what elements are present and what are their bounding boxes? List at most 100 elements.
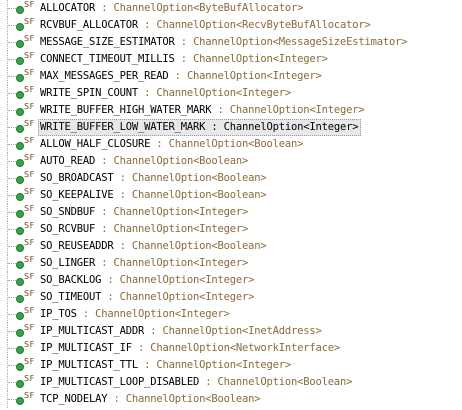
field-type: ChannelOption<ByteBufAllocator> — [113, 2, 304, 14]
type-separator: : — [113, 240, 132, 252]
field-dot-icon — [16, 91, 24, 99]
outline-field-row-so-broadcast[interactable]: SF SO_BROADCAST : ChannelOption<Boolean> — [0, 170, 462, 187]
outline-field-row-ip-multicast-addr[interactable]: SF IP_MULTICAST_ADDR : ChannelOption<Ine… — [0, 323, 462, 340]
field-dot-icon — [16, 363, 24, 371]
type-separator: : — [150, 138, 169, 150]
field-name: ALLOW_HALF_CLOSURE — [40, 138, 151, 150]
outline-field-row-allocator[interactable]: SF ALLOCATOR : ChannelOption<ByteBufAllo… — [0, 0, 462, 17]
field-list: SF ALLOCATOR : ChannelOption<ByteBufAllo… — [0, 0, 462, 408]
field-type: ChannelOption<Integer> — [113, 223, 249, 235]
field-label: SO_BACKLOG : ChannelOption<Integer> — [38, 272, 257, 289]
field-label: SO_SNDBUF : ChannelOption<Integer> — [38, 204, 251, 221]
field-type: ChannelOption<Integer> — [113, 206, 249, 218]
field-type: ChannelOption<Integer> — [95, 308, 230, 320]
field-type: ChannelOption<Integer> — [186, 70, 322, 82]
field-type: ChannelOption<Integer> — [119, 291, 255, 303]
field-type: ChannelOption<Boolean> — [131, 240, 267, 252]
field-name: MAX_MESSAGES_PER_READ — [40, 70, 169, 82]
field-label: IP_MULTICAST_IF : ChannelOption<NetworkI… — [38, 340, 343, 357]
type-separator: : — [95, 257, 114, 269]
field-label: TCP_NODELAY : ChannelOption<Boolean> — [38, 391, 263, 408]
field-dot-icon — [16, 176, 24, 184]
static-final-badge: SF — [24, 68, 35, 77]
outline-field-row-write-buffer-high-water-mark[interactable]: SF WRITE_BUFFER_HIGH_WATER_MARK : Channe… — [0, 102, 462, 119]
outline-field-row-so-rcvbuf[interactable]: SF SO_RCVBUF : ChannelOption<Integer> — [0, 221, 462, 238]
static-final-badge: SF — [24, 0, 35, 9]
field-dot-icon — [16, 312, 24, 320]
field-dot-icon — [16, 261, 24, 269]
field-type: ChannelOption<Integer> — [119, 274, 255, 286]
field-dot-icon — [16, 295, 24, 303]
field-type: ChannelOption<RecvByteBufAllocator> — [156, 19, 371, 31]
type-separator: : — [131, 342, 151, 354]
field-dot-icon — [16, 397, 24, 405]
static-final-badge: SF — [24, 51, 35, 60]
field-type: ChannelOption<Boolean> — [168, 138, 304, 150]
static-final-badge: SF — [24, 357, 35, 366]
outline-field-row-message-size-estimator[interactable]: SF MESSAGE_SIZE_ESTIMATOR : ChannelOptio… — [0, 34, 462, 51]
outline-field-row-ip-tos[interactable]: SF IP_TOS : ChannelOption<Integer> — [0, 306, 462, 323]
outline-field-row-ip-multicast-loop-disabled[interactable]: SF IP_MULTICAST_LOOP_DISABLED : ChannelO… — [0, 374, 462, 391]
outline-field-row-so-sndbuf[interactable]: SF SO_SNDBUF : ChannelOption<Integer> — [0, 204, 462, 221]
static-final-badge: SF — [24, 85, 35, 94]
field-label: CONNECT_TIMEOUT_MILLIS : ChannelOption<I… — [38, 51, 331, 68]
field-name: SO_SNDBUF — [40, 206, 96, 218]
outline-field-row-rcvbuf-allocator[interactable]: SF RCVBUF_ALLOCATOR : ChannelOption<Recv… — [0, 17, 462, 34]
field-label: IP_MULTICAST_TTL : ChannelOption<Integer… — [38, 357, 294, 374]
outline-field-row-connect-timeout-millis[interactable]: SF CONNECT_TIMEOUT_MILLIS : ChannelOptio… — [0, 51, 462, 68]
field-type: ChannelOption<Integer> — [223, 121, 359, 133]
outline-field-row-max-messages-per-read[interactable]: SF MAX_MESSAGES_PER_READ : ChannelOption… — [0, 68, 462, 85]
field-name: RCVBUF_ALLOCATOR — [40, 19, 138, 31]
field-label: IP_TOS : ChannelOption<Integer> — [38, 306, 233, 323]
outline-field-row-so-timeout[interactable]: SF SO_TIMEOUT : ChannelOption<Integer> — [0, 289, 462, 306]
static-final-badge: SF — [24, 340, 35, 349]
field-name: IP_MULTICAST_TTL — [40, 359, 138, 371]
static-final-field-icon: SF — [15, 391, 37, 408]
static-final-badge: SF — [24, 204, 35, 213]
outline-field-row-so-linger[interactable]: SF SO_LINGER : ChannelOption<Integer> — [0, 255, 462, 272]
field-name: SO_LINGER — [40, 257, 96, 269]
field-label: ALLOW_HALF_CLOSURE : ChannelOption<Boole… — [38, 136, 306, 153]
outline-field-row-so-keepalive[interactable]: SF SO_KEEPALIVE : ChannelOption<Boolean> — [0, 187, 462, 204]
field-dot-icon — [16, 278, 24, 286]
static-final-badge: SF — [24, 119, 35, 128]
static-final-badge: SF — [24, 238, 35, 247]
outline-field-row-ip-multicast-ttl[interactable]: SF IP_MULTICAST_TTL : ChannelOption<Inte… — [0, 357, 462, 374]
outline-field-row-so-reuseaddr[interactable]: SF SO_REUSEADDR : ChannelOption<Boolean> — [0, 238, 462, 255]
field-dot-icon — [16, 380, 24, 388]
field-name: AUTO_READ — [40, 155, 96, 167]
type-separator: : — [205, 121, 224, 133]
static-final-badge: SF — [24, 102, 35, 111]
field-label: RCVBUF_ALLOCATOR : ChannelOption<RecvByt… — [38, 17, 374, 34]
field-name: IP_MULTICAST_IF — [40, 342, 132, 354]
type-separator: : — [101, 274, 120, 286]
field-type: ChannelOption<Integer> — [193, 53, 328, 65]
outline-field-row-allow-half-closure[interactable]: SF ALLOW_HALF_CLOSURE : ChannelOption<Bo… — [0, 136, 462, 153]
field-dot-icon — [16, 74, 24, 82]
field-name: WRITE_BUFFER_HIGH_WATER_MARK — [40, 104, 212, 116]
field-type: ChannelOption<Integer> — [156, 87, 292, 99]
field-type: ChannelOption<Boolean> — [113, 155, 249, 167]
field-label: SO_KEEPALIVE : ChannelOption<Boolean> — [38, 187, 270, 204]
type-separator: : — [95, 223, 114, 235]
field-dot-icon — [16, 329, 24, 337]
field-type: ChannelOption<InetAddress> — [162, 325, 322, 337]
outline-field-row-ip-multicast-if[interactable]: SF IP_MULTICAST_IF : ChannelOption<Netwo… — [0, 340, 462, 357]
field-name: SO_BROADCAST — [40, 172, 114, 184]
field-name: IP_MULTICAST_LOOP_DISABLED — [40, 376, 200, 388]
outline-field-row-write-spin-count[interactable]: SF WRITE_SPIN_COUNT : ChannelOption<Inte… — [0, 85, 462, 102]
type-separator: : — [101, 291, 120, 303]
outline-field-row-so-backlog[interactable]: SF SO_BACKLOG : ChannelOption<Integer> — [0, 272, 462, 289]
type-separator: : — [199, 376, 218, 388]
field-type: ChannelOption<MessageSizeEstimator> — [193, 36, 408, 48]
field-label: MESSAGE_SIZE_ESTIMATOR : ChannelOption<M… — [38, 34, 410, 51]
outline-field-row-auto-read[interactable]: SF AUTO_READ : ChannelOption<Boolean> — [0, 153, 462, 170]
field-dot-icon — [16, 57, 24, 65]
outline-field-row-tcp-nodelay[interactable]: SF TCP_NODELAY : ChannelOption<Boolean> — [0, 391, 462, 408]
static-final-badge: SF — [24, 221, 35, 230]
static-final-badge: SF — [24, 272, 35, 281]
field-type: ChannelOption<NetworkInterface> — [150, 342, 340, 354]
field-dot-icon — [16, 142, 24, 150]
field-dot-icon — [16, 193, 24, 201]
outline-field-row-write-buffer-low-water-mark[interactable]: SF WRITE_BUFFER_LOW_WATER_MARK : Channel… — [0, 119, 462, 136]
